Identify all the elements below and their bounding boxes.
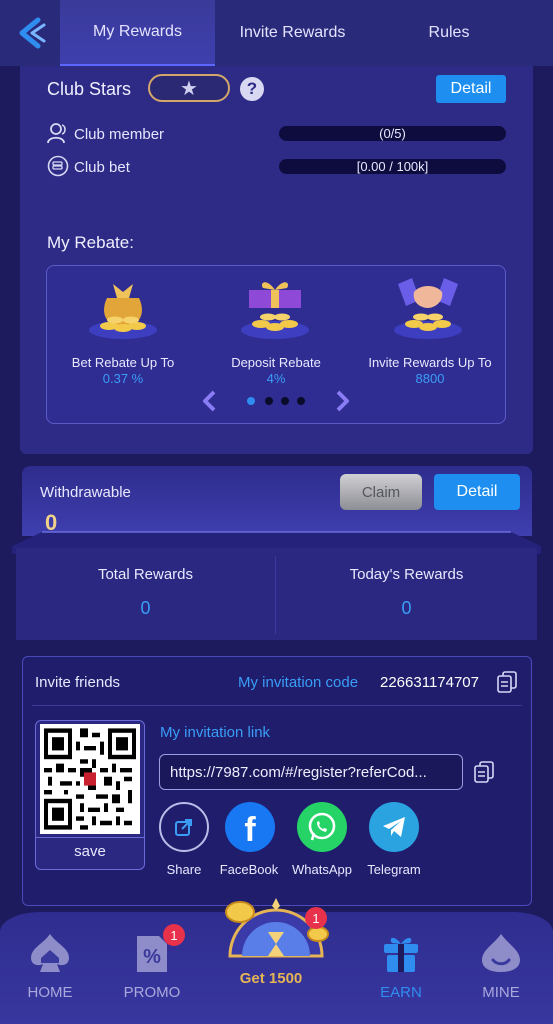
copy-code-icon[interactable]	[496, 670, 518, 694]
spade-home-icon	[31, 934, 69, 972]
whatsapp-label: WhatsApp	[292, 862, 352, 877]
withdraw-detail-button[interactable]: Detail	[434, 474, 520, 510]
invite-divider	[32, 705, 522, 706]
carousel-dot[interactable]	[297, 397, 305, 405]
get-bonus-label[interactable]: Get 1500	[218, 970, 324, 987]
qr-code-card[interactable]: save	[35, 720, 145, 870]
my-rebate-title: My Rebate:	[47, 233, 134, 252]
claim-button[interactable]: Claim	[340, 474, 422, 510]
invitation-link-label: My invitation link	[160, 724, 271, 741]
rebate-item-label: Deposit Rebate	[231, 355, 321, 370]
club-stars-title: Club Stars	[47, 79, 132, 99]
qr-save-button[interactable]: save	[36, 843, 144, 860]
qr-divider	[36, 837, 144, 838]
invite-friends-title: Invite friends	[35, 674, 121, 691]
telegram-button[interactable]	[369, 802, 419, 852]
back-icon[interactable]	[14, 16, 48, 50]
facebook-icon: f	[244, 810, 256, 849]
rebate-item-value: 0.37 %	[102, 371, 144, 386]
club-stars-badge: ★	[148, 74, 230, 102]
rebate-item-label: Invite Rewards Up To	[368, 355, 492, 370]
facebook-label: FaceBook	[219, 862, 279, 877]
whatsapp-icon	[308, 812, 336, 841]
rebate-item-bet: Bet Rebate Up To 0.37 %	[48, 355, 198, 387]
invitation-code-label: My invitation code	[238, 674, 359, 691]
nav-earn[interactable]: EARN	[356, 930, 446, 1001]
share-button[interactable]	[159, 802, 209, 852]
invitation-link-field[interactable]: https://7987.com/#/register?referCod...	[159, 754, 463, 790]
qr-code-image	[40, 724, 140, 834]
earn-bonus-badge: 1	[305, 907, 327, 929]
whatsapp-button[interactable]	[297, 802, 347, 852]
carousel-dot[interactable]	[265, 397, 273, 405]
tab-invite-rewards[interactable]: Invite Rewards	[215, 0, 370, 66]
tab-my-rewards[interactable]: My Rewards	[60, 0, 215, 66]
copy-link-icon[interactable]	[473, 760, 495, 784]
nav-home[interactable]: HOME	[5, 930, 95, 1001]
nav-earn-label: EARN	[380, 984, 422, 1001]
promo-badge: 1	[163, 924, 185, 946]
carousel-dot-active[interactable]	[247, 397, 255, 405]
star-icon: ★	[180, 77, 198, 100]
club-bet-progress: [0.00 / 100k]	[279, 159, 506, 174]
carousel-next-icon[interactable]	[333, 390, 351, 412]
todays-rewards-value: 0	[401, 598, 412, 618]
mine-profile-icon	[482, 934, 520, 972]
club-bet-label: Club bet	[74, 159, 130, 176]
nav-promo-label: PROMO	[123, 984, 181, 1001]
gift-coins-icon	[241, 282, 309, 339]
bet-coin-icon	[47, 155, 69, 177]
nav-mine-label: MINE	[482, 984, 520, 1001]
rewards-stats	[16, 548, 537, 640]
total-rewards-label: Total Rewards	[97, 566, 194, 583]
rebate-item-value: 4%	[266, 371, 286, 386]
invitation-code-value: 226631174707	[380, 674, 479, 691]
withdrawable-value: 0	[45, 510, 58, 535]
withdrawable-label: Withdrawable	[40, 484, 131, 501]
nav-promo[interactable]: % PROMO	[107, 930, 197, 1001]
rebate-item-label: Bet Rebate Up To	[71, 355, 175, 370]
club-member-progress: (0/5)	[279, 126, 506, 141]
telegram-icon	[383, 817, 405, 837]
club-detail-button[interactable]: Detail	[436, 75, 506, 103]
rebate-item-invite: Invite Rewards Up To 8800	[366, 355, 494, 387]
handshake-coins-icon	[394, 278, 462, 339]
money-bag-icon	[89, 284, 157, 339]
tab-rules[interactable]: Rules	[370, 0, 528, 66]
nav-mine[interactable]: MINE	[456, 930, 546, 1001]
todays-rewards-label: Today's Rewards	[349, 566, 464, 583]
facebook-button[interactable]: f	[225, 802, 275, 852]
telegram-label: Telegram	[367, 862, 421, 877]
club-member-label: Club member	[74, 126, 165, 143]
carousel-dot[interactable]	[281, 397, 289, 405]
svg-text:%: %	[143, 946, 161, 968]
total-rewards-value: 0	[140, 598, 151, 618]
member-icon	[47, 123, 66, 144]
share-icon	[175, 819, 192, 836]
carousel-prev-icon[interactable]	[201, 390, 219, 412]
nav-home-label: HOME	[27, 984, 73, 1001]
rebate-item-value: 8800	[415, 371, 445, 386]
gift-earn-icon	[384, 937, 418, 972]
rebate-item-deposit: Deposit Rebate 4%	[201, 355, 351, 387]
help-icon[interactable]: ?	[240, 77, 264, 101]
